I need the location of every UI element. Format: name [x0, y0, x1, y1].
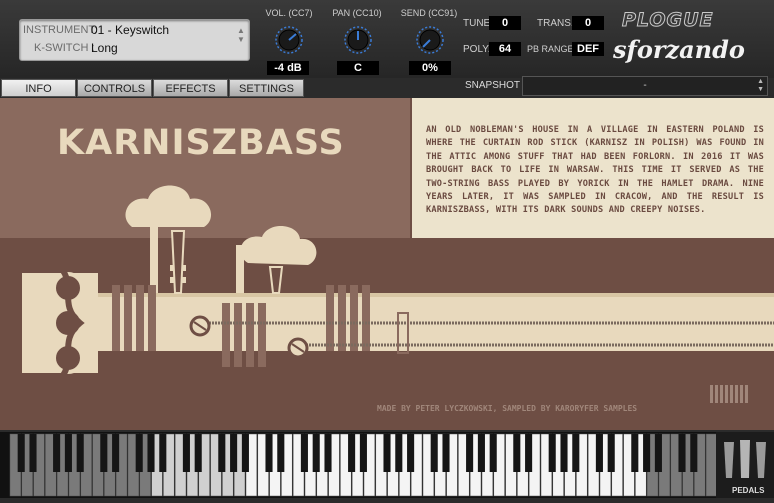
black-key[interactable] [159, 434, 167, 472]
vol-value[interactable]: -4 dB [267, 61, 309, 75]
send-label: SEND (CC91) [400, 8, 458, 18]
trans-label: TRANS. [537, 18, 574, 29]
black-key[interactable] [407, 434, 415, 472]
black-key[interactable] [654, 434, 662, 472]
sforzando-logo: sforzando [613, 35, 745, 64]
tab-effects[interactable]: EFFECTS [153, 79, 228, 97]
pedals-icon[interactable] [716, 432, 774, 482]
black-key[interactable] [690, 434, 698, 472]
black-key[interactable] [359, 434, 367, 472]
instrument-label: INSTRUMENT: [23, 24, 97, 36]
send-knob[interactable] [416, 26, 444, 54]
black-key[interactable] [312, 434, 320, 472]
black-key[interactable] [194, 434, 202, 472]
black-key[interactable] [100, 434, 108, 472]
volume-knob[interactable] [275, 26, 303, 54]
black-key[interactable] [466, 434, 474, 472]
instrument-selector[interactable]: INSTRUMENT: 01 - Keyswitch K-SWITCH : Lo… [19, 19, 250, 61]
black-key[interactable] [595, 434, 603, 472]
poly-value[interactable]: 64 [489, 42, 521, 56]
black-key[interactable] [17, 434, 25, 472]
tab-info[interactable]: INFO [1, 79, 76, 97]
black-key[interactable] [631, 434, 639, 472]
black-key[interactable] [607, 434, 615, 472]
black-key[interactable] [230, 434, 238, 472]
black-key[interactable] [513, 434, 521, 472]
black-key[interactable] [147, 434, 155, 472]
black-key[interactable] [572, 434, 580, 472]
black-key[interactable] [678, 434, 686, 472]
send-value[interactable]: 0% [409, 61, 451, 75]
tune-label: TUNE [463, 18, 491, 29]
piano-keyboard[interactable] [0, 432, 718, 498]
snapshot-value: - [643, 80, 647, 91]
black-key[interactable] [265, 434, 273, 472]
credits-text: MADE BY PETER LYCZKOWSKI, SAMPLED BY KAR… [377, 404, 638, 413]
instrument-spin-arrows-icon[interactable]: ▲ ▼ [237, 26, 245, 50]
black-key[interactable] [112, 434, 120, 472]
black-key[interactable] [430, 434, 438, 472]
black-key[interactable] [300, 434, 308, 472]
black-key[interactable] [241, 434, 249, 472]
black-key[interactable] [643, 434, 651, 472]
trans-value[interactable]: 0 [572, 16, 604, 30]
black-key[interactable] [76, 434, 84, 472]
black-key[interactable] [277, 434, 285, 472]
black-key[interactable] [182, 434, 190, 472]
instrument-value[interactable]: 01 - Keyswitch [91, 23, 169, 37]
black-key[interactable] [383, 434, 391, 472]
black-key[interactable] [395, 434, 403, 472]
snapshot-selector[interactable]: - ▲ ▼ [522, 76, 768, 96]
black-key[interactable] [64, 434, 72, 472]
black-key[interactable] [218, 434, 226, 472]
black-key[interactable] [135, 434, 143, 472]
black-key[interactable] [53, 434, 61, 472]
black-key[interactable] [348, 434, 356, 472]
kswitch-label: K-SWITCH : [34, 42, 95, 54]
instrument-title: KARNISZBASS [57, 123, 345, 163]
instrument-description: An old nobleman's house in a village in … [426, 125, 764, 216]
pan-knob[interactable] [344, 26, 372, 54]
pan-label: PAN (CC10) [332, 8, 382, 18]
tab-settings[interactable]: SETTINGS [229, 79, 304, 97]
tune-value[interactable]: 0 [489, 16, 521, 30]
poly-label: POLY. [463, 44, 491, 55]
black-key[interactable] [489, 434, 497, 472]
pan-value[interactable]: C [337, 61, 379, 75]
black-key[interactable] [324, 434, 332, 472]
black-key[interactable] [525, 434, 533, 472]
vol-label: VOL. (CC7) [265, 8, 313, 18]
plogue-logo: PLOGUE [622, 9, 714, 32]
snapshot-label: SNAPSHOT [465, 80, 521, 91]
black-key[interactable] [477, 434, 485, 472]
black-key[interactable] [560, 434, 568, 472]
kswitch-value[interactable]: Long [91, 41, 118, 55]
tab-controls[interactable]: CONTROLS [77, 79, 152, 97]
snapshot-arrows-icon[interactable]: ▲ ▼ [757, 78, 764, 94]
black-key[interactable] [442, 434, 450, 472]
pedals-label: PEDALS [732, 486, 765, 495]
pbrange-value[interactable]: DEF [572, 42, 604, 56]
white-key[interactable] [705, 433, 718, 497]
info-panel: KARNISZBASS An old nobleman's house in a… [0, 98, 774, 430]
black-key[interactable] [29, 434, 37, 472]
piano-keys[interactable] [0, 432, 718, 498]
pbrange-label: PB RANGE [527, 44, 574, 54]
black-key[interactable] [548, 434, 556, 472]
